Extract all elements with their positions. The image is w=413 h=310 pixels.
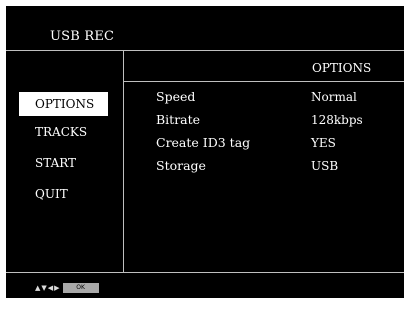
setting-value: YES [311, 136, 336, 150]
setting-row-speed[interactable]: Speed Normal [156, 87, 396, 107]
down-arrow-icon: ▼ [41, 284, 47, 292]
up-arrow-icon: ▲ [35, 284, 41, 292]
setting-label: Create ID3 tag [156, 135, 251, 150]
footer-divider [6, 272, 404, 273]
settings-list: Speed Normal Bitrate 128kbps Create ID3 … [156, 87, 396, 179]
left-arrow-icon: ◀ [47, 284, 54, 292]
panel-divider-vertical [123, 50, 124, 272]
setting-label: Bitrate [156, 112, 201, 127]
panel-divider-horizontal [123, 81, 404, 82]
options-panel-title: OPTIONS [312, 61, 372, 75]
setting-label: Speed [156, 89, 196, 104]
setting-value: Normal [311, 90, 357, 104]
menu-item-quit[interactable]: QUIT [19, 184, 108, 204]
menu-item-options[interactable]: OPTIONS [19, 92, 108, 116]
menu-item-start[interactable]: START [19, 153, 108, 173]
navigation-hint: ▲ ▼ ◀ ▶ OK [35, 282, 99, 294]
usb-rec-screen: USB REC OPTIONS OPTIONS TRACKS START QUI… [6, 6, 404, 298]
ok-key: OK [62, 283, 99, 293]
header-divider [6, 50, 404, 51]
right-arrow-icon: ▶ [54, 284, 60, 292]
menu-item-tracks[interactable]: TRACKS [19, 122, 108, 142]
setting-row-create-id3-tag[interactable]: Create ID3 tag YES [156, 133, 396, 153]
screen-title: USB REC [50, 29, 115, 44]
setting-value: 128kbps [311, 113, 363, 127]
setting-row-storage[interactable]: Storage USB [156, 156, 396, 176]
main-menu: OPTIONS TRACKS START QUIT [19, 92, 108, 215]
setting-row-bitrate[interactable]: Bitrate 128kbps [156, 110, 396, 130]
setting-label: Storage [156, 158, 206, 173]
setting-value: USB [311, 159, 339, 173]
